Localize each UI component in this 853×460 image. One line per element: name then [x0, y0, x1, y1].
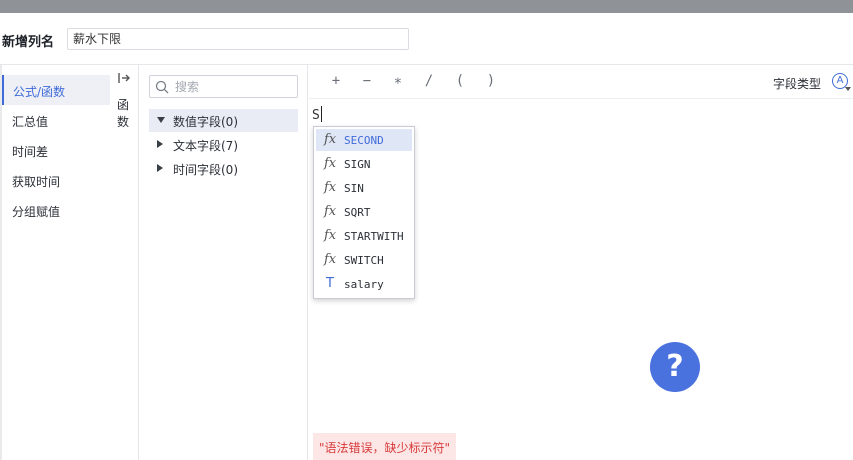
nav-item-get-time[interactable]: 获取时间	[2, 165, 110, 195]
plus-button[interactable]: +	[328, 73, 344, 89]
minus-button[interactable]: −	[359, 73, 375, 89]
formula-input[interactable]: S	[312, 106, 322, 123]
divide-button[interactable]: /	[421, 73, 437, 89]
left-paren-button[interactable]: (	[452, 73, 468, 89]
text-cursor	[320, 106, 322, 122]
field-search-box[interactable]	[149, 75, 298, 98]
text-field-icon: T	[326, 276, 334, 291]
function-icon: fx	[324, 252, 337, 267]
tree-item-label: 时间字段(0)	[173, 163, 238, 177]
tree-item-label: 数值字段(0)	[173, 115, 238, 129]
field-type-label: 字段类型	[773, 77, 822, 91]
suggestion-item[interactable]: fx SWITCH	[316, 249, 412, 271]
suggestion-label: SWITCH	[344, 254, 384, 267]
suggestion-label: STARTWITH	[344, 230, 404, 243]
caret-right-icon	[157, 140, 163, 148]
suggestion-label: SIGN	[344, 158, 371, 171]
nav-item-formula[interactable]: 公式/函数	[2, 75, 110, 105]
formula-text: S	[312, 108, 320, 123]
suggestion-item[interactable]: fx STARTWITH	[316, 225, 412, 247]
function-icon: fx	[324, 180, 337, 195]
column-name-label: 新增列名	[2, 35, 55, 50]
function-icon: fx	[324, 132, 337, 147]
suggestion-label: SIN	[344, 182, 364, 195]
tree-item-time-fields[interactable]: 时间字段(0)	[149, 157, 298, 180]
suggestion-item[interactable]: fx SECOND	[316, 129, 412, 151]
chevron-down-icon[interactable]	[845, 87, 851, 91]
multiply-button[interactable]: ∗	[390, 73, 406, 89]
function-strip: 函数	[111, 65, 139, 460]
nav-item-aggregate[interactable]: 汇总值	[2, 105, 110, 135]
suggestion-item[interactable]: T salary	[316, 273, 412, 295]
nav-item-group-assign[interactable]: 分组赋值	[2, 195, 110, 225]
formula-editor: + − ∗ / ( ) 字段类型 A S fx SECOND fx SIGN f…	[309, 65, 853, 460]
function-icon: fx	[324, 156, 337, 171]
suggestion-item[interactable]: fx SIN	[316, 177, 412, 199]
field-search-input[interactable]	[175, 78, 293, 95]
left-nav: 公式/函数 汇总值 时间差 获取时间 分组赋值	[0, 65, 111, 460]
right-paren-button[interactable]: )	[483, 73, 499, 89]
collapse-panel-icon[interactable]	[117, 71, 131, 85]
column-name-input[interactable]: 薪水下限	[67, 28, 409, 50]
caret-down-icon	[157, 117, 165, 123]
caret-right-icon	[157, 164, 163, 172]
column-name-row: 新增列名 薪水下限	[0, 13, 853, 65]
function-icon: fx	[324, 228, 337, 243]
suggestion-label: SQRT	[344, 206, 371, 219]
suggestion-item[interactable]: fx SQRT	[316, 201, 412, 223]
suggestion-label: SECOND	[344, 134, 384, 147]
function-icon: fx	[324, 204, 337, 219]
tree-item-numeric-fields[interactable]: 数值字段(0)	[149, 109, 298, 132]
tree-item-text-fields[interactable]: 文本字段(7)	[149, 133, 298, 156]
autocomplete-dropdown: fx SECOND fx SIGN fx SIN fx SQRT fx STAR…	[313, 126, 415, 299]
suggestion-label: salary	[344, 278, 384, 291]
syntax-error-message: "语法错误，缺少标示符"	[313, 433, 457, 460]
help-button[interactable]: ?	[650, 342, 700, 392]
suggestion-item[interactable]: fx SIGN	[316, 153, 412, 175]
field-panel: 数值字段(0) 文本字段(7) 时间字段(0)	[139, 65, 308, 460]
function-label[interactable]: 函数	[116, 97, 130, 131]
search-icon	[155, 80, 169, 94]
window-top-bar	[0, 0, 853, 13]
nav-item-time-diff[interactable]: 时间差	[2, 135, 110, 165]
operator-toolbar: + − ∗ / ( ) 字段类型 A	[309, 65, 853, 99]
tree-item-label: 文本字段(7)	[173, 139, 238, 153]
